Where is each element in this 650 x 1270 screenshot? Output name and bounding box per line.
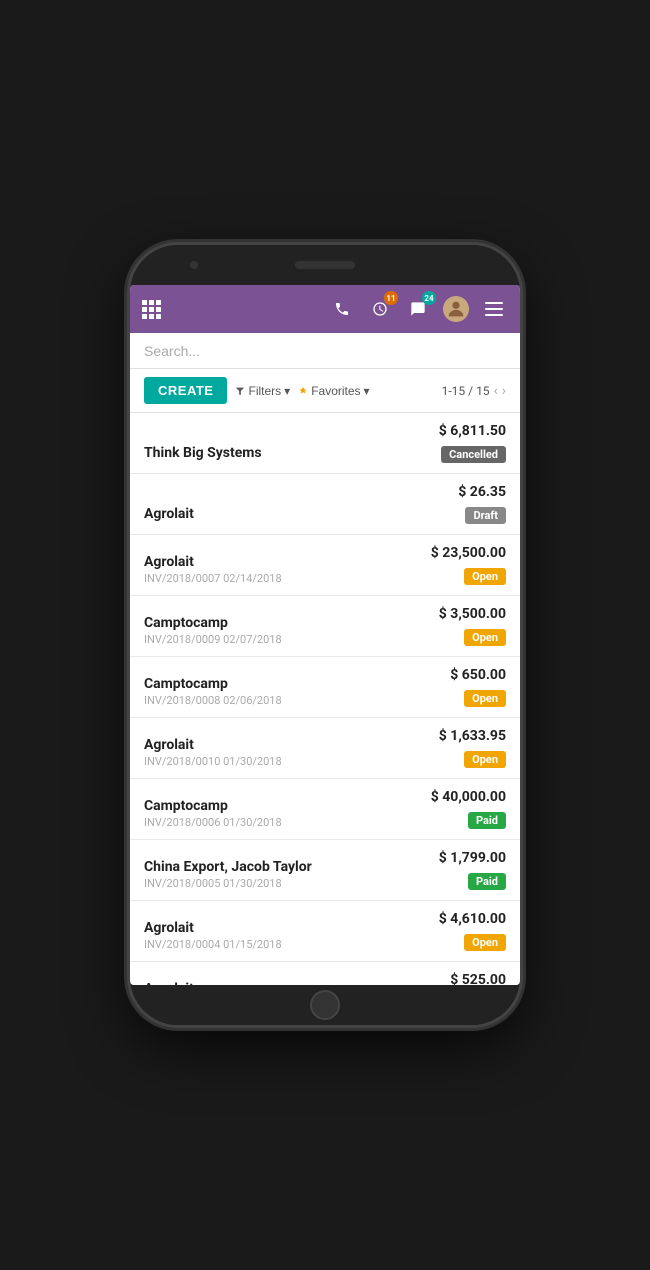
search-input[interactable]	[144, 343, 506, 359]
invoice-ref: INV/2018/0006 01/30/2018	[144, 816, 282, 829]
grid-menu-icon[interactable]	[142, 300, 161, 319]
create-button[interactable]: CREATE	[144, 377, 227, 404]
next-page-button[interactable]: ›	[502, 383, 506, 399]
invoice-amount: $ 3,500.00	[439, 606, 506, 622]
invoice-item[interactable]: Think Big Systems $ 6,811.50 Cancelled	[130, 413, 520, 474]
invoice-left: Camptocamp INV/2018/0009 02/07/2018	[144, 615, 282, 646]
home-button[interactable]	[310, 990, 340, 1020]
invoice-right: $ 525.00 Open	[450, 972, 506, 985]
menu-icon-area[interactable]	[142, 300, 161, 319]
filters-chevron: ▾	[284, 384, 290, 398]
invoice-amount: $ 23,500.00	[431, 545, 506, 561]
speaker	[295, 261, 355, 269]
favorites-button[interactable]: Favorites ▾	[298, 384, 369, 398]
invoice-right: $ 26.35 Draft	[458, 484, 506, 524]
search-bar[interactable]	[130, 333, 520, 369]
front-camera	[190, 261, 198, 269]
invoice-item[interactable]: Camptocamp INV/2018/0009 02/07/2018 $ 3,…	[130, 596, 520, 657]
invoice-right: $ 650.00 Open	[450, 667, 506, 707]
invoice-right: $ 4,610.00 Open	[439, 911, 506, 951]
hamburger-menu-button[interactable]	[480, 295, 508, 323]
invoice-company: Agrolait	[144, 554, 282, 570]
invoice-left: Camptocamp INV/2018/0006 01/30/2018	[144, 798, 282, 829]
invoice-amount: $ 525.00	[450, 972, 506, 985]
invoice-item[interactable]: Agrolait INV/2018/0010 01/30/2018 $ 1,63…	[130, 718, 520, 779]
invoice-left: Agrolait	[144, 506, 194, 524]
invoice-ref: INV/2018/0010 01/30/2018	[144, 755, 282, 768]
star-icon	[298, 386, 308, 396]
invoice-item[interactable]: Camptocamp INV/2018/0006 01/30/2018 $ 40…	[130, 779, 520, 840]
avatar	[443, 296, 469, 322]
main-content: CREATE Filters ▾ Favorites ▾ 1-1	[130, 333, 520, 985]
status-badge: Open	[464, 934, 506, 951]
invoice-ref: INV/2018/0004 01/15/2018	[144, 938, 282, 951]
invoice-left: Agrolait INV/2018/0010 01/30/2018	[144, 737, 282, 768]
invoice-item[interactable]: Camptocamp INV/2018/0008 02/06/2018 $ 65…	[130, 657, 520, 718]
invoice-item[interactable]: Agrolait INV/2018/0003 01/08/2018 $ 525.…	[130, 962, 520, 985]
invoice-left: Agrolait INV/2018/0007 02/14/2018	[144, 554, 282, 585]
invoice-company: China Export, Jacob Taylor	[144, 859, 312, 875]
invoice-list: Think Big Systems $ 6,811.50 Cancelled A…	[130, 413, 520, 985]
phone-button[interactable]	[328, 295, 356, 323]
invoice-company: Agrolait	[144, 506, 194, 522]
invoice-company: Camptocamp	[144, 798, 282, 814]
invoice-ref: INV/2018/0009 02/07/2018	[144, 633, 282, 646]
pagination-text: 1-15 / 15	[442, 384, 490, 398]
invoice-amount: $ 1,633.95	[439, 728, 506, 744]
invoice-ref: INV/2018/0005 01/30/2018	[144, 877, 312, 890]
invoice-company: Think Big Systems	[144, 445, 262, 461]
status-badge: Paid	[468, 812, 506, 829]
invoice-company: Agrolait	[144, 737, 282, 753]
invoice-left: Think Big Systems	[144, 445, 262, 463]
invoice-left: Camptocamp INV/2018/0008 02/06/2018	[144, 676, 282, 707]
user-avatar-button[interactable]	[442, 295, 470, 323]
invoice-amount: $ 6,811.50	[439, 423, 506, 439]
invoice-company: Camptocamp	[144, 676, 282, 692]
invoice-left: China Export, Jacob Taylor INV/2018/0005…	[144, 859, 312, 890]
invoice-item[interactable]: China Export, Jacob Taylor INV/2018/0005…	[130, 840, 520, 901]
status-badge: Open	[464, 629, 506, 646]
favorites-chevron: ▾	[364, 384, 370, 398]
favorites-label: Favorites	[311, 384, 360, 398]
invoice-item[interactable]: Agrolait $ 26.35 Draft	[130, 474, 520, 535]
status-badge: Open	[464, 568, 506, 585]
invoice-item[interactable]: Agrolait INV/2018/0007 02/14/2018 $ 23,5…	[130, 535, 520, 596]
prev-page-button[interactable]: ‹	[494, 383, 498, 399]
invoice-amount: $ 26.35	[458, 484, 506, 500]
filter-icon	[235, 386, 245, 396]
invoice-left: Agrolait INV/2018/0004 01/15/2018	[144, 920, 282, 951]
chat-badge: 24	[422, 291, 436, 305]
status-badge: Open	[464, 751, 506, 768]
filters-button[interactable]: Filters ▾	[235, 384, 290, 398]
status-badge: Paid	[468, 873, 506, 890]
invoice-ref: INV/2018/0008 02/06/2018	[144, 694, 282, 707]
invoice-right: $ 1,633.95 Open	[439, 728, 506, 768]
status-badge: Draft	[465, 507, 506, 524]
invoice-right: $ 23,500.00 Open	[431, 545, 506, 585]
activity-button[interactable]: 11	[366, 295, 394, 323]
invoice-amount: $ 650.00	[450, 667, 506, 683]
top-navigation-bar: 11 24	[130, 285, 520, 333]
pagination: 1-15 / 15 ‹ ›	[442, 383, 506, 399]
filters-label: Filters	[248, 384, 281, 398]
invoice-right: $ 40,000.00 Paid	[431, 789, 506, 829]
invoice-amount: $ 4,610.00	[439, 911, 506, 927]
invoice-amount: $ 1,799.00	[439, 850, 506, 866]
invoice-right: $ 6,811.50 Cancelled	[439, 423, 506, 463]
invoice-amount: $ 40,000.00	[431, 789, 506, 805]
activity-badge: 11	[384, 291, 398, 305]
status-badge: Open	[464, 690, 506, 707]
invoice-right: $ 1,799.00 Paid	[439, 850, 506, 890]
invoice-item[interactable]: Agrolait INV/2018/0004 01/15/2018 $ 4,61…	[130, 901, 520, 962]
invoice-company: Agrolait	[144, 920, 282, 936]
toolbar: CREATE Filters ▾ Favorites ▾ 1-1	[130, 369, 520, 413]
chat-button[interactable]: 24	[404, 295, 432, 323]
invoice-ref: INV/2018/0007 02/14/2018	[144, 572, 282, 585]
invoice-company: Camptocamp	[144, 615, 282, 631]
invoice-right: $ 3,500.00 Open	[439, 606, 506, 646]
status-badge: Cancelled	[441, 446, 506, 463]
